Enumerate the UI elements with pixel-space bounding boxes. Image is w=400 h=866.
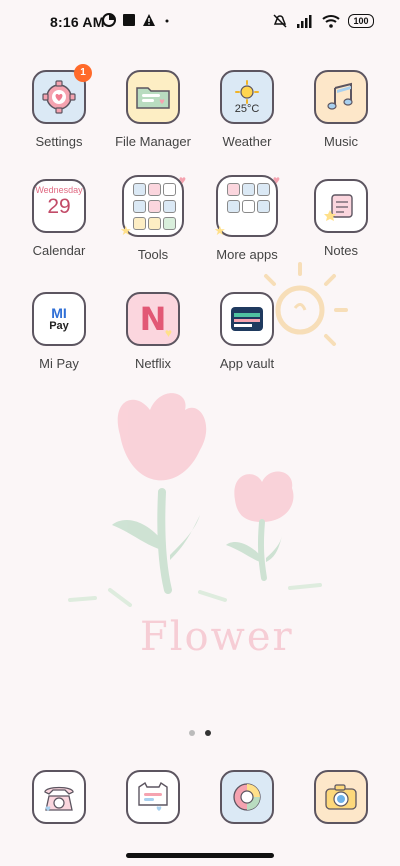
calendar-icon: Wednesday 29 <box>32 179 86 233</box>
app-label: File Manager <box>115 134 191 149</box>
app-mi-pay[interactable]: MI Pay Mi Pay <box>12 292 106 371</box>
chat-bubble-icon <box>138 781 168 811</box>
music-note-icon <box>327 82 353 110</box>
calendar-weekday: Wednesday <box>35 185 83 195</box>
app-vault-icon <box>220 292 274 346</box>
heart-sticker-icon: ♥ <box>272 173 280 187</box>
scroll-note-icon <box>324 194 353 221</box>
phone-icon <box>32 770 86 824</box>
dock-browser[interactable] <box>200 770 294 824</box>
notes-icon <box>314 179 368 233</box>
dock-messages[interactable] <box>106 770 200 824</box>
sun-icon <box>235 79 259 104</box>
folder-preview <box>226 182 270 230</box>
app-label: Settings <box>35 134 83 149</box>
camera-icon <box>314 770 368 824</box>
app-calendar[interactable]: Wednesday 29 Calendar <box>12 179 106 262</box>
folder-more-apps[interactable]: ♥ ★ More apps <box>200 173 294 262</box>
wallpaper-text: Flower <box>140 614 294 660</box>
app-grid: 1 Settings File Manager 25°C Weather Mus… <box>12 64 388 371</box>
battery-icon: 100 <box>348 14 374 28</box>
app-label: Notes <box>324 243 358 258</box>
app-label: Music <box>324 134 358 149</box>
page-dot-active[interactable] <box>205 730 211 736</box>
home-gesture-bar[interactable] <box>126 853 274 858</box>
folder-preview <box>132 182 176 230</box>
wifi-icon <box>322 15 340 28</box>
signal-icon <box>297 15 312 28</box>
dock-camera[interactable] <box>294 770 388 824</box>
star-sticker-icon: ★ <box>214 223 226 238</box>
card-icon <box>231 307 263 331</box>
settings-icon: 1 <box>32 64 92 124</box>
pay-logo-text: Pay <box>49 320 69 332</box>
more-apps-folder-icon: ♥ ★ <box>214 173 280 238</box>
tulip-right <box>226 471 294 581</box>
app-music[interactable]: Music <box>294 70 388 149</box>
app-settings[interactable]: 1 Settings <box>12 64 106 149</box>
grass-strokes <box>68 583 322 607</box>
folder-tools[interactable]: ♥ ★ Tools <box>106 173 200 262</box>
silent-icon <box>273 14 287 28</box>
temperature-text: 25°C <box>234 102 260 115</box>
system-icons: 100 <box>272 13 374 29</box>
clock: 8:16 AM <box>50 14 105 30</box>
app-label: Calendar <box>32 243 86 258</box>
notification-badge: 1 <box>74 64 92 82</box>
app-vault[interactable]: App vault <box>200 292 294 371</box>
data-usage-icon <box>102 13 116 27</box>
tulip-left <box>112 393 207 594</box>
app-file-manager[interactable]: File Manager <box>106 70 200 149</box>
file-manager-icon <box>126 70 180 124</box>
dock <box>12 770 388 824</box>
donut-browser-icon <box>233 783 261 811</box>
calendar-day: 29 <box>47 195 71 218</box>
app-notes[interactable]: Notes <box>294 179 388 262</box>
netflix-icon: N ♥ <box>126 292 180 346</box>
rotary-phone-icon <box>44 786 74 811</box>
star-sticker-icon: ★ <box>120 223 132 238</box>
square-icon <box>123 14 135 26</box>
page-indicator[interactable] <box>0 730 400 736</box>
messages-icon <box>126 770 180 824</box>
gear-heart-icon <box>42 80 76 114</box>
app-label: Tools <box>137 247 169 262</box>
mi-logo-text: MI <box>51 305 67 321</box>
heart-sticker-icon: ♥ <box>178 173 186 187</box>
camera-lens-icon <box>325 784 357 810</box>
app-label: App vault <box>219 356 275 371</box>
status-bar: 8:16 AM 100 <box>0 0 400 44</box>
dock-phone[interactable] <box>12 770 106 824</box>
app-label: Weather <box>222 134 272 149</box>
warning-icon <box>143 14 155 26</box>
netflix-logo-letter: N <box>139 300 167 338</box>
app-weather[interactable]: 25°C Weather <box>200 70 294 149</box>
browser-icon <box>220 770 274 824</box>
dot-icon <box>165 19 169 23</box>
app-label: Mi Pay <box>39 356 79 371</box>
folder-icon <box>136 87 170 109</box>
heart-sticker-icon: ♥ <box>164 326 172 340</box>
app-label: More apps <box>216 247 278 262</box>
weather-icon: 25°C <box>220 70 274 124</box>
tools-folder-icon: ♥ ★ <box>120 173 186 238</box>
music-icon <box>314 70 368 124</box>
mi-pay-icon: MI Pay <box>32 292 86 346</box>
app-label: Netflix <box>134 356 172 371</box>
app-netflix[interactable]: N ♥ Netflix <box>106 292 200 371</box>
notification-icons <box>102 13 172 27</box>
page-dot[interactable] <box>189 730 195 736</box>
